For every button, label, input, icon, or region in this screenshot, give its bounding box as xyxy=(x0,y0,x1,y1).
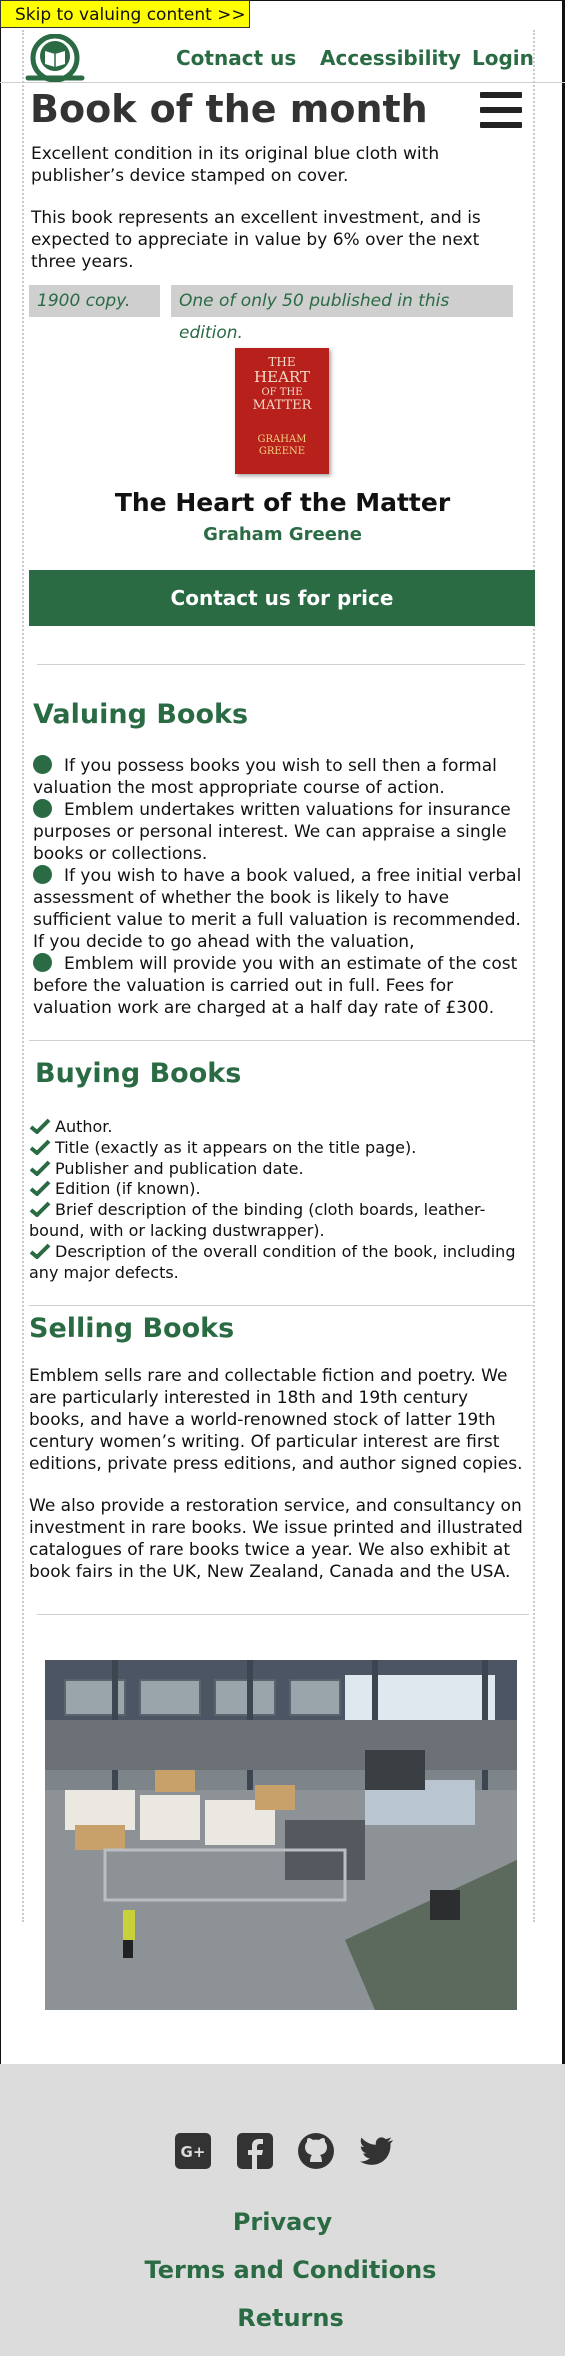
emblem-logo[interactable] xyxy=(24,33,86,84)
nav-contact-link[interactable]: Cotnact us xyxy=(176,46,296,70)
checkmark-icon xyxy=(29,1139,51,1155)
list-item: If you wish to have a book valued, a fre… xyxy=(33,865,522,952)
selling-heading: Selling Books xyxy=(29,1313,235,1344)
header-divider xyxy=(0,82,565,83)
checkmark-icon xyxy=(29,1160,51,1176)
github-icon[interactable] xyxy=(297,2132,335,2170)
book-emblem-icon xyxy=(25,33,85,83)
footer-returns-link[interactable]: Returns xyxy=(8,2304,565,2332)
selling-services: We also provide a restoration service, a… xyxy=(29,1496,523,1582)
valuing-list: If you possess books you wish to sell th… xyxy=(33,755,528,1019)
checkmark-icon xyxy=(29,1118,51,1134)
bullet-dot-icon xyxy=(33,755,52,774)
twitter-icon[interactable] xyxy=(358,2132,396,2170)
list-item: Edition (if known). xyxy=(29,1179,535,1200)
nav-login-link[interactable]: Login xyxy=(472,46,534,70)
list-item: Brief description of the binding (cloth … xyxy=(29,1200,486,1240)
footer-privacy-link[interactable]: Privacy xyxy=(0,2208,565,2236)
buying-heading: Buying Books xyxy=(35,1058,242,1089)
checkmark-icon xyxy=(29,1243,51,1259)
facebook-icon[interactable] xyxy=(236,2132,274,2170)
layout-guide-left xyxy=(22,30,24,1922)
cover-author: GRAHAM GREENE xyxy=(257,434,307,457)
page-title: Book of the month xyxy=(30,87,428,131)
list-item: Publisher and publication date. xyxy=(29,1159,535,1180)
list-item: If you possess books you wish to sell th… xyxy=(33,755,497,798)
section-divider xyxy=(29,1305,535,1306)
cover-title-line-2: HEART xyxy=(254,368,310,386)
book-author: Graham Greene xyxy=(203,524,362,545)
book-investment-note: This book represents an excellent invest… xyxy=(31,208,481,272)
book-title: The Heart of the Matter xyxy=(114,488,451,517)
bullet-dot-icon xyxy=(33,953,52,972)
copy-year-tag: 1900 copy. xyxy=(29,285,160,317)
edition-tag: One of only 50 published in this edition… xyxy=(171,285,513,343)
checkmark-icon xyxy=(29,1201,51,1218)
section-divider xyxy=(37,664,525,665)
list-item: Title (exactly as it appears on the titl… xyxy=(29,1138,535,1159)
book-cover-image: THE HEART OF THE MATTER GRAHAM GREENE xyxy=(235,348,329,474)
layout-guide-right xyxy=(533,30,535,1922)
footer-terms-link[interactable]: Terms and Conditions xyxy=(8,2256,565,2284)
book-description: Excellent condition in its original blue… xyxy=(31,144,440,186)
section-divider xyxy=(29,1040,535,1041)
contact-for-price-button[interactable]: Contact us for price xyxy=(29,570,535,626)
section-divider xyxy=(37,1614,529,1615)
list-item: Emblem undertakes written valuations for… xyxy=(33,799,511,864)
nav-accessibility-link[interactable]: Accessibility xyxy=(320,46,461,70)
google-plus-icon[interactable]: G+ xyxy=(174,2132,212,2170)
menu-icon[interactable] xyxy=(480,92,522,130)
selling-description: Emblem sells rare and collectable fictio… xyxy=(29,1366,523,1474)
list-item: Emblem will provide you with an estimate… xyxy=(33,953,518,1018)
svg-text:G+: G+ xyxy=(181,2143,206,2161)
bullet-dot-icon xyxy=(33,799,52,818)
cover-title-line-4: MATTER xyxy=(252,398,312,413)
list-item: Author. xyxy=(29,1117,535,1138)
buying-checklist: Author. Title (exactly as it appears on … xyxy=(29,1117,535,1283)
list-item: Description of the overall condition of … xyxy=(29,1241,516,1282)
valuing-heading: Valuing Books xyxy=(33,699,249,730)
bullet-dot-icon xyxy=(33,865,52,884)
skip-link[interactable]: Skip to valuing content >> xyxy=(0,0,250,28)
warehouse-photo xyxy=(45,1660,517,2010)
checkmark-icon xyxy=(29,1180,51,1197)
